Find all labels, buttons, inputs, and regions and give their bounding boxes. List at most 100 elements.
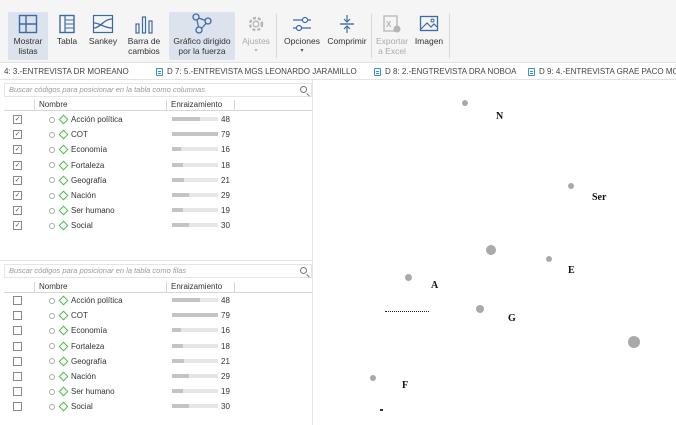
code-row[interactable]: Ser humano 19 — [4, 385, 312, 400]
svg-text:X: X — [386, 20, 392, 29]
column-divider — [234, 100, 235, 111]
search-icon[interactable] — [300, 86, 307, 93]
circle-icon — [49, 222, 55, 229]
code-checkbox[interactable] — [13, 387, 22, 397]
rooting-bar — [172, 223, 218, 228]
column-divider — [234, 282, 235, 293]
circle-icon — [49, 388, 55, 395]
rooting-bar-fill — [172, 389, 184, 394]
rooting-bar-fill — [172, 374, 190, 378]
circle-icon — [49, 373, 55, 380]
code-row[interactable]: Social 30 — [4, 400, 312, 415]
rooting-value: 29 — [221, 191, 230, 200]
code-checkbox[interactable]: ✓ — [13, 206, 22, 216]
code-checkbox[interactable]: ✓ — [13, 160, 22, 170]
graph-node[interactable] — [476, 305, 484, 313]
export-excel-button[interactable]: X Exportar a Excel — [375, 12, 409, 60]
code-diamond-icon — [58, 114, 69, 125]
table-icon — [52, 12, 82, 34]
code-checkbox[interactable] — [13, 341, 22, 351]
code-row[interactable]: Economía 16 — [4, 324, 312, 339]
code-row[interactable]: ✓ Social 30 — [4, 219, 312, 234]
force-graph-button[interactable]: Gráfico dirigido por la fuerza — [169, 12, 235, 60]
column-header-rooting[interactable]: Enraizamiento — [166, 100, 222, 111]
code-row[interactable]: ✓ Fortaleza 18 — [4, 159, 312, 174]
columns-search-input[interactable]: Buscar códigos para posicionar en la tab… — [4, 83, 312, 97]
code-checkbox[interactable] — [13, 356, 22, 366]
chevron-down-icon: ▾ — [300, 48, 304, 54]
doc-tab-label: D 7: 5.-ENTREVISTA MGS LEONARDO JARAMILL… — [167, 67, 357, 76]
image-button[interactable]: Imagen — [412, 12, 446, 60]
rooting-value: 48 — [221, 296, 230, 305]
columns-table-header: Nombre Enraizamiento — [4, 100, 312, 111]
code-row[interactable]: ✓ Nación 29 — [4, 189, 312, 204]
graph-node[interactable] — [462, 100, 468, 106]
search-icon[interactable] — [300, 267, 307, 274]
code-checkbox[interactable]: ✓ — [13, 145, 22, 155]
settings-button[interactable]: Ajustes ▾ — [240, 12, 272, 60]
graph-node[interactable] — [568, 183, 574, 189]
graph-node[interactable] — [628, 336, 640, 348]
code-checkbox[interactable]: ✓ — [13, 175, 22, 185]
code-row[interactable]: ✓ Acción política 48 — [4, 113, 312, 128]
code-row[interactable]: ✓ Ser humano 19 — [4, 204, 312, 219]
code-diamond-icon — [58, 356, 69, 367]
graph-node[interactable] — [405, 274, 412, 281]
code-diamond-icon — [58, 386, 69, 397]
circle-icon — [49, 131, 55, 138]
graph-node[interactable] — [546, 256, 552, 262]
code-checkbox[interactable]: ✓ — [13, 191, 22, 200]
code-diamond-icon — [58, 175, 69, 186]
code-checkbox[interactable] — [13, 296, 22, 305]
column-header-name[interactable]: Nombre — [34, 100, 67, 111]
doc-tab[interactable]: D 7: 5.-ENTREVISTA MGS LEONARDO JARAMILL… — [156, 67, 357, 76]
show-lists-button[interactable]: Mostrar listas — [8, 12, 48, 60]
code-checkbox[interactable]: ✓ — [13, 130, 22, 140]
code-checkbox[interactable]: ✓ — [13, 115, 22, 124]
chevron-down-icon: ▾ — [254, 48, 258, 54]
compress-button[interactable]: Comprimir — [326, 12, 368, 60]
code-row[interactable]: ✓ Geografía 21 — [4, 174, 312, 189]
code-row[interactable]: COT 79 — [4, 309, 312, 324]
rooting-bar-fill — [172, 177, 185, 182]
rooting-bar-fill — [172, 298, 201, 302]
table-button[interactable]: Tabla — [52, 12, 82, 60]
options-button[interactable]: Opciones ▾ — [282, 12, 322, 60]
rooting-value: 79 — [221, 130, 230, 140]
circle-icon — [49, 312, 55, 319]
image-label: Imagen — [414, 36, 444, 46]
code-row[interactable]: ✓ COT 79 — [4, 128, 312, 143]
rooting-bar — [172, 313, 218, 318]
image-icon — [412, 12, 446, 34]
bar-changes-button[interactable]: Barra de cambios — [124, 12, 164, 60]
column-header-name[interactable]: Nombre — [34, 282, 67, 293]
code-checkbox[interactable]: ✓ — [13, 221, 22, 231]
code-checkbox[interactable] — [13, 372, 22, 381]
doc-tab[interactable]: D 9: 4.-ENTREVISTA GRAE PACO MO — [528, 67, 676, 76]
rows-search-input[interactable]: Buscar códigos para posicionar en la tab… — [4, 264, 312, 278]
code-row[interactable]: Geografía 21 — [4, 355, 312, 370]
graph-node[interactable] — [486, 245, 496, 255]
code-checkbox[interactable] — [13, 326, 22, 336]
code-row[interactable]: ✓ Economía 16 — [4, 143, 312, 158]
code-checkbox[interactable] — [13, 311, 22, 321]
code-diamond-icon — [58, 371, 69, 382]
settings-label: Ajustes — [242, 36, 270, 46]
sankey-button[interactable]: Sankey — [86, 12, 120, 60]
force-graph-canvas[interactable]: N Ser E A G F — [313, 81, 676, 425]
column-header-rooting[interactable]: Enraizamiento — [166, 282, 222, 293]
code-row[interactable]: Fortaleza 18 — [4, 340, 312, 355]
graph-node[interactable] — [370, 375, 376, 381]
code-row[interactable]: Nación 29 — [4, 370, 312, 385]
rooting-value: 18 — [221, 341, 230, 351]
rooting-bar — [172, 358, 218, 363]
options-label: Opciones — [284, 36, 320, 46]
code-name: Acción política — [71, 115, 123, 124]
code-checkbox[interactable] — [13, 402, 22, 412]
rooting-bar-fill — [172, 313, 218, 318]
circle-icon — [49, 358, 55, 365]
doc-tab[interactable]: D 8: 2.-ENGTREVISTA DRA NOBOA — [374, 67, 516, 76]
code-row[interactable]: Acción política 48 — [4, 294, 312, 309]
doc-tab[interactable]: 4: 3.-ENTREVISTA DR MOREANO — [4, 67, 129, 76]
rooting-bar — [172, 208, 218, 213]
